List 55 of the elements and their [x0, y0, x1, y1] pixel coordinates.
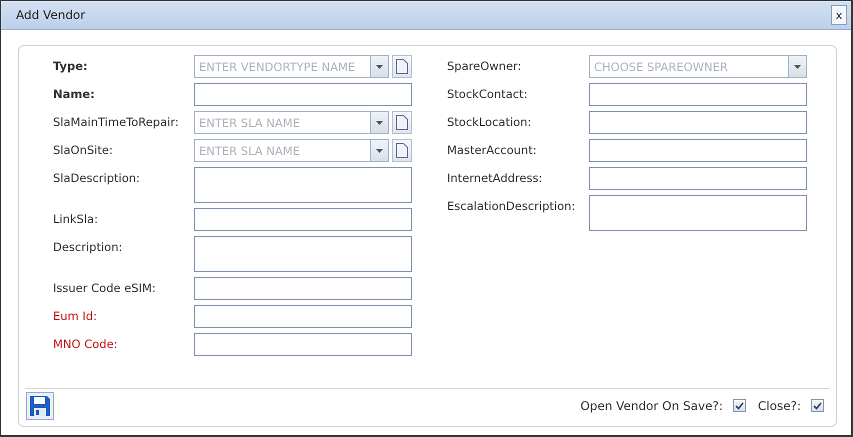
new-button[interactable]: [392, 55, 412, 78]
new-button[interactable]: [392, 139, 412, 162]
text-field[interactable]: [194, 208, 412, 231]
document-icon: [396, 115, 408, 130]
caret-icon: [376, 120, 383, 124]
option-label: Open Vendor On Save?:: [580, 398, 723, 412]
dropdown-button[interactable]: [370, 139, 389, 162]
combo-field[interactable]: CHOOSE SPAREOWNER: [589, 55, 788, 78]
field-label: Eum Id:: [53, 308, 98, 323]
field-label: Type:: [53, 58, 89, 73]
dropdown-button[interactable]: [370, 55, 389, 78]
caret-icon: [376, 148, 383, 152]
field-label: Issuer Code eSIM:: [53, 280, 157, 295]
caret-icon: [794, 64, 801, 68]
option-label: Close?:: [758, 398, 801, 412]
text-field[interactable]: [194, 333, 412, 356]
field-label: InternetAddress:: [447, 170, 544, 185]
field-label: LinkSla:: [53, 211, 99, 226]
check-icon: [813, 402, 822, 410]
document-icon: [396, 59, 408, 74]
dropdown-button[interactable]: [370, 111, 389, 134]
text-area[interactable]: [194, 236, 412, 272]
text-field[interactable]: [589, 83, 807, 106]
field-label: EscalationDescription:: [447, 198, 576, 213]
field-label: MNO Code:: [53, 336, 119, 351]
field-label: SpareOwner:: [447, 58, 522, 73]
text-field[interactable]: [589, 167, 807, 190]
dropdown-button[interactable]: [788, 55, 807, 78]
field-label: Name:: [53, 86, 96, 101]
field-label: MasterAccount:: [447, 142, 538, 157]
document-icon: [396, 143, 408, 158]
text-field[interactable]: [194, 277, 412, 300]
combo-field[interactable]: ENTER SLA NAME: [194, 139, 370, 162]
field-label: Description:: [53, 239, 124, 254]
window-title: Add Vendor: [16, 8, 86, 22]
field-label: SlaOnSite:: [53, 142, 114, 157]
combo-field[interactable]: ENTER SLA NAME: [194, 111, 370, 134]
combo-field[interactable]: ENTER VENDORTYPE NAME: [194, 55, 370, 78]
field-label: SlaMainTimeToRepair:: [53, 114, 180, 129]
caret-icon: [376, 64, 383, 68]
field-label: StockContact:: [447, 86, 528, 101]
checkbox[interactable]: [732, 399, 746, 412]
field-label: SlaDescription:: [53, 170, 141, 185]
text-area[interactable]: [194, 167, 412, 203]
text-area[interactable]: [589, 195, 807, 231]
save-button[interactable]: [26, 392, 54, 420]
checkbox[interactable]: [811, 399, 824, 412]
new-button[interactable]: [392, 111, 412, 134]
text-field[interactable]: [194, 83, 412, 106]
check-icon: [734, 402, 744, 410]
text-field[interactable]: [589, 111, 807, 134]
field-label: StockLocation:: [447, 114, 532, 129]
close-button[interactable]: x: [831, 5, 847, 25]
text-field[interactable]: [589, 139, 807, 162]
text-field[interactable]: [194, 305, 412, 328]
